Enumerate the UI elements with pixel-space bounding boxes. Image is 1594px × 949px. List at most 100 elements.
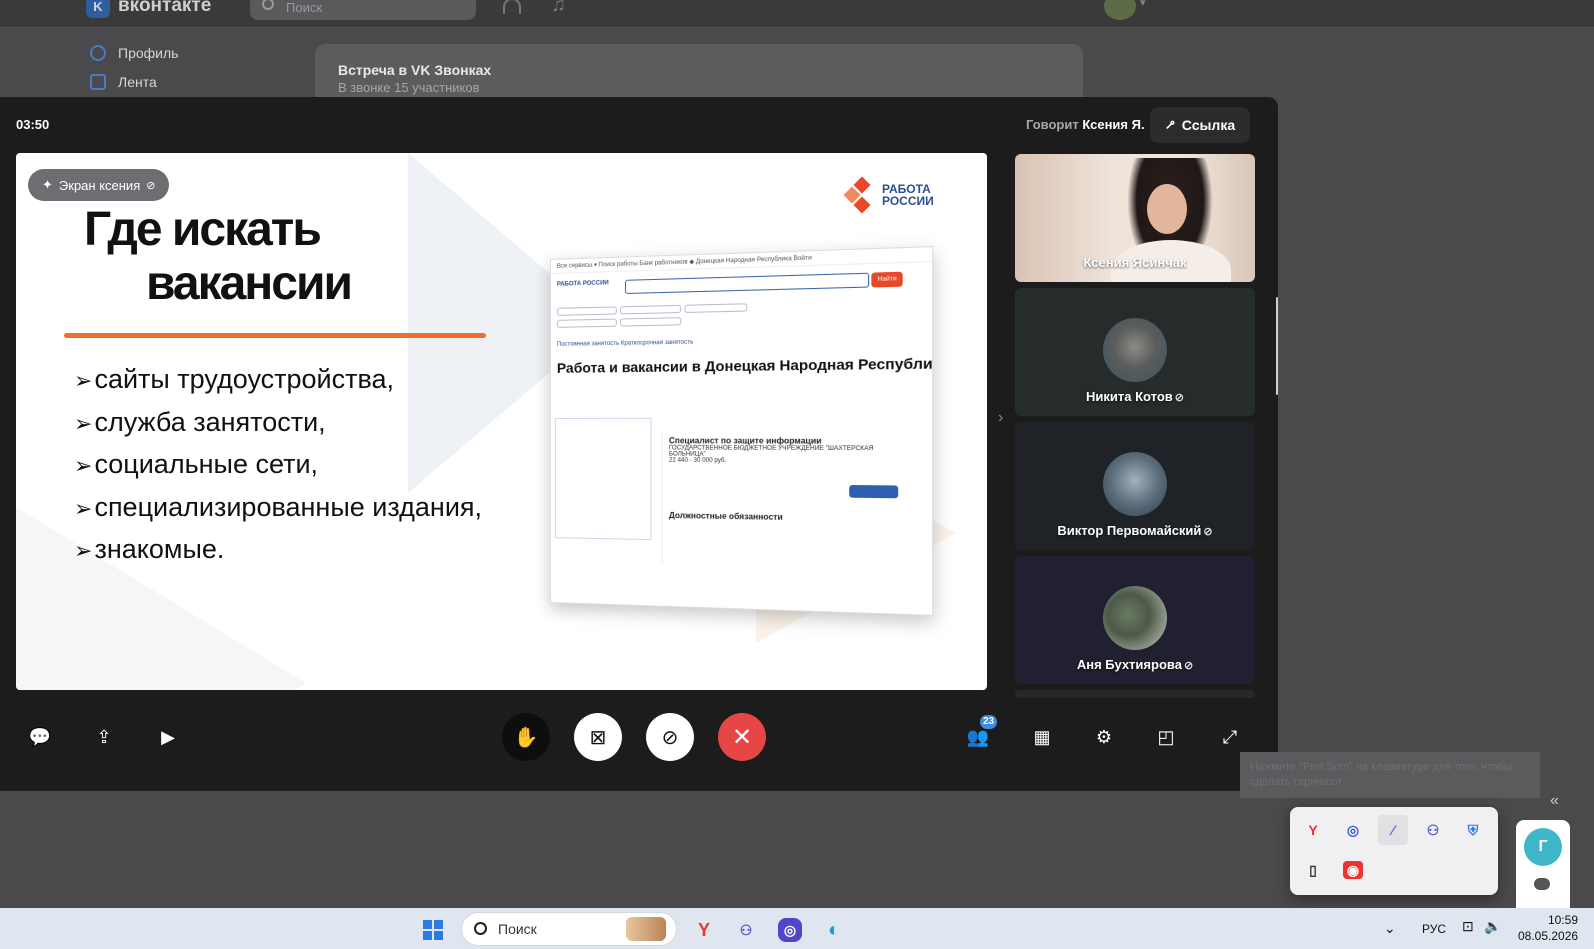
avatar[interactable]: Г [1524, 828, 1562, 866]
participant-tile[interactable] [1015, 690, 1255, 698]
site-card-button [849, 484, 899, 499]
participant-tile[interactable]: Аня Бухтиярова ⊘ [1015, 556, 1255, 684]
shared-screen[interactable]: ✦ Экран ксения ⊘ Где искать вакансии сай… [16, 153, 987, 690]
list-item: знакомые. [74, 529, 482, 572]
speaking-indicator: Говорит Ксения Я. [1026, 117, 1145, 132]
copy-link-label: Ссылка [1181, 117, 1236, 133]
avatar [1103, 318, 1167, 382]
hand-icon: ✋ [513, 726, 539, 749]
music-icon[interactable]: ♫ [551, 0, 566, 17]
site-search-input [624, 272, 870, 295]
speaking-label: Говорит [1026, 117, 1079, 132]
sidebar-item-feed[interactable]: Лента [90, 74, 157, 90]
search-icon [474, 922, 487, 935]
volume-icon[interactable]: 🔈 [1484, 918, 1501, 935]
sidebar-item-label: Лента [118, 74, 157, 90]
grid-icon: ▦ [1033, 726, 1051, 747]
taskbar-search-placeholder: Поиск [498, 921, 537, 937]
yandex-browser-icon[interactable]: Y [692, 918, 716, 942]
site-card-salary: 22 440 - 30 000 руб. [668, 457, 727, 465]
sidebar-item-profile[interactable]: Профиль [90, 45, 178, 61]
avatar [1103, 586, 1167, 650]
vk-user-avatar[interactable] [1104, 0, 1136, 20]
mic-off-icon: ⊘ [661, 726, 679, 749]
participants-count-badge: 23 [980, 715, 998, 729]
message-icon[interactable] [1534, 878, 1550, 890]
edge-browser-icon[interactable]: ◐ [822, 918, 846, 942]
call-card-subtitle: В звонке 15 участников [338, 80, 480, 95]
share-screen-icon: ⇪ [96, 726, 112, 747]
yandex-browser-icon[interactable]: Y [1298, 815, 1328, 845]
profile-icon [90, 45, 106, 61]
screen-share-label[interactable]: ✦ Экран ксения ⊘ [28, 169, 170, 201]
avatar [1103, 452, 1167, 516]
chevron-down-icon[interactable]: ▾ [1140, 0, 1146, 9]
link-icon: ⊸ [1160, 115, 1180, 134]
language-indicator[interactable]: РУС [1422, 922, 1446, 936]
call-timer: 03:50 [16, 117, 50, 132]
teams-icon[interactable]: ⚇ [1418, 815, 1448, 845]
chat-button[interactable]: 💬 [16, 713, 64, 761]
call-card-title: Встреча в VK Звонках [338, 62, 492, 78]
slide-bullet-list: сайты трудоустройства, служба занятости,… [74, 359, 482, 572]
rabota-rossii-logo: РАБОТА РОССИИ [843, 176, 934, 214]
vk-messenger-icon[interactable]: ◎ [778, 918, 802, 942]
search-icon [262, 0, 274, 10]
participant-video [1147, 184, 1187, 234]
site-filter-chip [619, 304, 682, 315]
call-card[interactable]: Встреча в VK Звонках В звонке 15 участни… [315, 44, 1083, 104]
rabota-rossii-text: РАБОТА РОССИИ [882, 183, 934, 207]
usb-drive-icon[interactable]: ▯ [1298, 855, 1328, 885]
mic-off-icon: ⊘ [1174, 392, 1184, 404]
share-screen-button[interactable]: ⇪ [80, 713, 128, 761]
vk-messenger-icon[interactable]: ◎ [1338, 815, 1368, 845]
site-card-org: ГОСУДАРСТВЕННОЕ БЮДЖЕТНОЕ УЧРЕЖДЕНИЕ "ША… [668, 445, 874, 458]
vk-header: K вконтакте Поиск ♫ ▾ [0, 0, 1594, 28]
record-button[interactable]: ▶ [144, 713, 192, 761]
network-icon[interactable]: ⊡ [1462, 918, 1474, 935]
site-vacancy-card: Специалист по защите информации ГОСУДАРС… [661, 429, 910, 570]
vk-search-input[interactable]: Поиск [250, 0, 476, 20]
site-vacancy-list [554, 417, 652, 541]
list-item: специализированные издания, [74, 487, 482, 530]
speaker-name: Ксения Я. [1082, 117, 1145, 132]
participant-tile[interactable]: Виктор Первомайский ⊘ [1015, 422, 1255, 550]
collapse-chevron-icon[interactable]: « [1550, 792, 1559, 810]
participant-name: Ксения Ясинчак [1083, 255, 1187, 270]
vk-logo[interactable]: K вконтакте [86, 0, 211, 18]
copy-link-button[interactable]: ⊸ Ссылка [1150, 107, 1250, 143]
tray-overflow-popup: Y ◎ ∕ ⚇ ⛨ ▯ ◉ [1290, 807, 1498, 895]
vk-search-placeholder: Поиск [286, 0, 323, 15]
website-screenshot: Все сервисы ▾ Поиск работы Банк работник… [550, 246, 934, 616]
participants-scrollbar[interactable] [1276, 297, 1278, 395]
mic-toggle-button[interactable]: ⊘ [646, 713, 694, 761]
vk-logo-icon: K [86, 0, 110, 18]
list-item: социальные сети, [74, 444, 482, 487]
site-logo: РАБОТА РОССИИ [556, 280, 609, 288]
screenshot-tooltip: Нажмите "Prnt Scrn" на клавиатуре для то… [1240, 752, 1540, 798]
site-filter-chip [556, 318, 617, 328]
camera-toggle-button[interactable]: ⊠ [574, 713, 622, 761]
windows-start-icon[interactable] [423, 920, 443, 940]
grid-view-button[interactable]: ▦ [1018, 713, 1066, 761]
taskbar-clock[interactable]: 10:59 08.05.2026 [1518, 912, 1578, 944]
settings-button[interactable]: ⚙ [1080, 713, 1128, 761]
participant-tile[interactable]: Никита Котов ⊘ [1015, 288, 1255, 416]
taskbar-search-input[interactable]: Поиск [461, 912, 677, 946]
assistant-panel: Г [1516, 820, 1570, 908]
participant-tile[interactable]: Ксения Ясинчак [1015, 154, 1255, 282]
teams-icon[interactable]: ⚇ [734, 918, 758, 942]
minimize-window-button[interactable]: ◰ [1142, 713, 1190, 761]
chevron-right-icon[interactable]: › [998, 409, 1003, 427]
notifications-bell-icon[interactable] [503, 0, 521, 14]
record-icon: ▶ [161, 726, 175, 747]
show-hidden-icons-chevron-icon[interactable]: ⌄ [1384, 920, 1396, 937]
security-warning-icon[interactable]: ⛨ [1458, 815, 1488, 845]
end-call-button[interactable]: ✕ [718, 713, 766, 761]
record-app-icon[interactable]: ◉ [1343, 861, 1363, 879]
camera-off-icon: ⊠ [589, 726, 607, 749]
people-icon: 👥 [966, 726, 990, 747]
raise-hand-button[interactable]: ✋ [502, 713, 550, 761]
search-highlight-image [626, 917, 666, 941]
pen-tool-icon[interactable]: ∕ [1378, 815, 1408, 845]
